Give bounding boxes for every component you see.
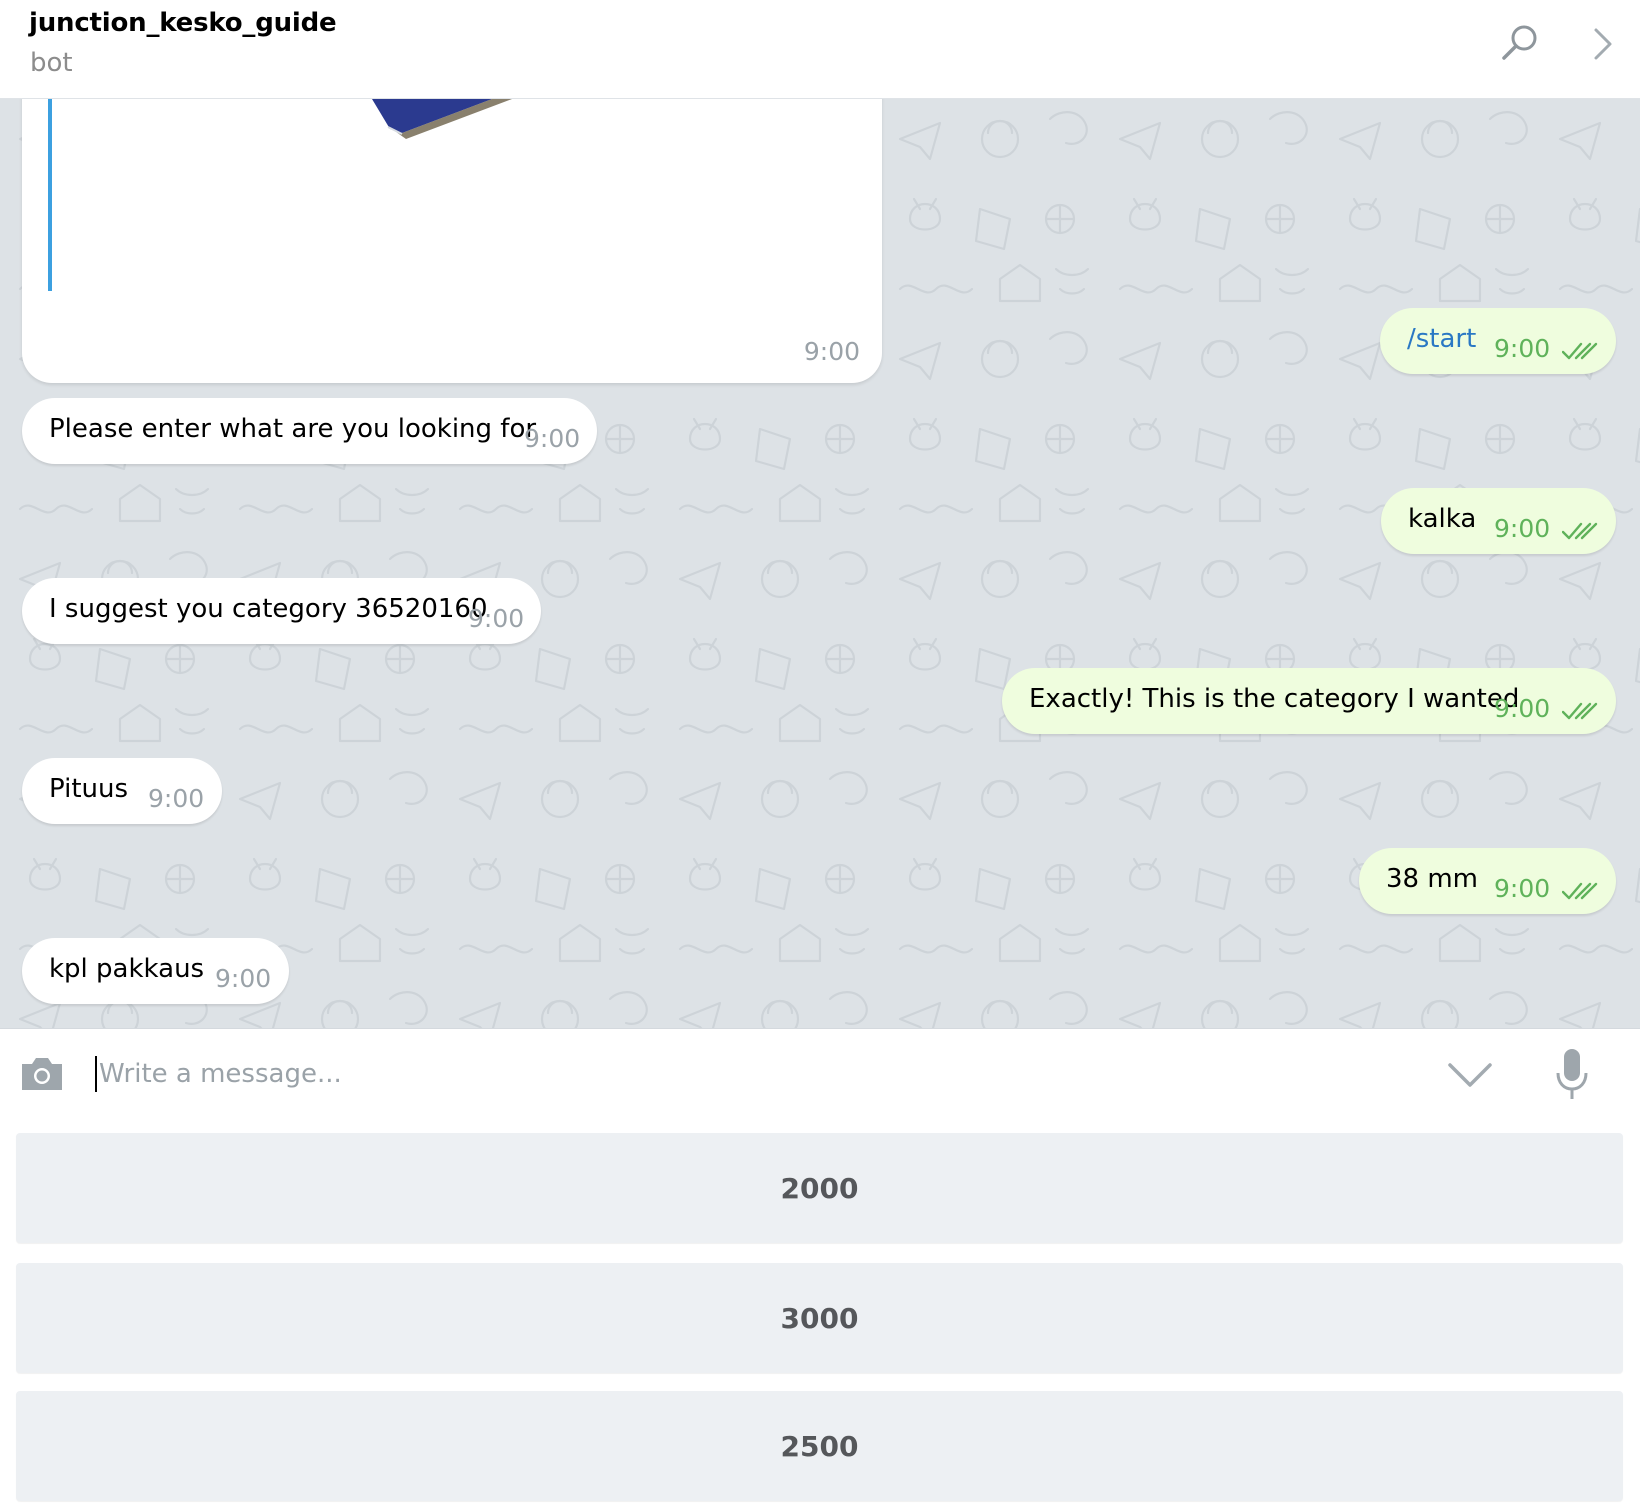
- outgoing-message[interactable]: Exactly! This is the category I wanted 9…: [1002, 668, 1616, 734]
- incoming-message[interactable]: Pituus 9:00: [22, 758, 222, 824]
- keyboard-button-3000[interactable]: 3000: [16, 1263, 1623, 1373]
- photo-message[interactable]: 9:00: [22, 99, 882, 383]
- incoming-message[interactable]: Please enter what are you looking for 9:…: [22, 398, 597, 464]
- outgoing-message[interactable]: kalka 9:00: [1381, 488, 1616, 554]
- message-time: 9:00: [215, 964, 272, 993]
- message-time: 9:00: [524, 424, 581, 453]
- message-text: Exactly! This is the category I wanted: [1029, 684, 1520, 714]
- microphone-icon[interactable]: [1553, 1047, 1591, 1101]
- message-list[interactable]: 9:00 /start 9:00 Please enter what are y…: [0, 99, 1640, 1028]
- message-text: Pituus: [49, 774, 129, 804]
- outgoing-message[interactable]: 38 mm 9:00: [1359, 848, 1616, 914]
- product-image[interactable]: [362, 99, 522, 143]
- chat-header: junction_kesko_guide bot: [0, 0, 1640, 99]
- outgoing-message[interactable]: /start 9:00: [1380, 308, 1616, 374]
- double-check-icon: [1562, 522, 1598, 540]
- text-cursor: [95, 1056, 97, 1092]
- incoming-message[interactable]: I suggest you category 36520160 9:00: [22, 578, 541, 644]
- message-time: 9:00: [1494, 694, 1551, 723]
- camera-icon[interactable]: [19, 1053, 65, 1093]
- incoming-message[interactable]: kpl pakkaus 9:00: [22, 938, 289, 1004]
- search-icon[interactable]: [1500, 22, 1540, 62]
- keyboard-button-2000[interactable]: 2000: [16, 1133, 1623, 1243]
- chat-subtitle: bot: [30, 48, 73, 78]
- message-input[interactable]: [99, 1051, 1379, 1097]
- message-time: 9:00: [1494, 874, 1551, 903]
- message-composer: [0, 1028, 1640, 1122]
- double-check-icon: [1562, 702, 1598, 720]
- chevron-right-icon[interactable]: [1588, 24, 1618, 64]
- message-time: 9:00: [803, 337, 860, 366]
- keyboard-button-2500[interactable]: 2500: [16, 1391, 1623, 1501]
- command-link[interactable]: /start: [1407, 324, 1476, 354]
- double-check-icon: [1562, 882, 1598, 900]
- message-text: I suggest you category 36520160: [49, 594, 488, 624]
- message-time: 9:00: [1494, 334, 1551, 363]
- double-check-icon: [1562, 342, 1598, 360]
- message-text: kpl pakkaus: [49, 954, 205, 984]
- chevron-down-icon[interactable]: [1446, 1059, 1494, 1089]
- message-text: kalka: [1408, 504, 1477, 534]
- message-text: Please enter what are you looking for: [49, 414, 537, 444]
- message-time: 9:00: [468, 604, 525, 633]
- chat-title[interactable]: junction_kesko_guide: [29, 8, 337, 38]
- message-time: 9:00: [148, 784, 205, 813]
- reply-bar: [48, 99, 52, 291]
- message-time: 9:00: [1494, 514, 1551, 543]
- message-text: 38 mm: [1386, 864, 1479, 894]
